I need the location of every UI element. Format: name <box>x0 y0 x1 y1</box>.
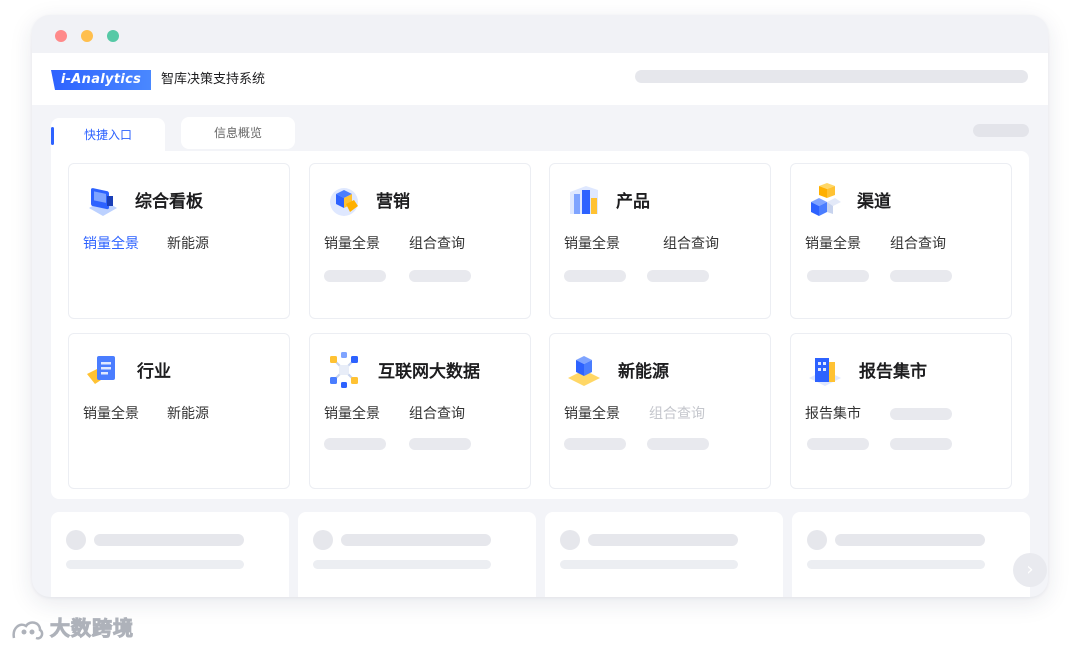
product-building-icon <box>570 186 598 214</box>
card-product[interactable]: 产品 销量全景 组合查询 <box>549 163 771 319</box>
skeleton-link <box>890 408 952 420</box>
card-title: 产品 <box>616 192 650 212</box>
link-combined-query[interactable]: 组合查询 <box>409 404 465 424</box>
tab-info-overview[interactable]: 信息概览 <box>181 117 295 149</box>
card-channel[interactable]: 渠道 销量全景 组合查询 <box>790 163 1012 319</box>
skeleton-link <box>564 438 626 450</box>
skeleton-line <box>94 534 244 546</box>
link-combined-query[interactable]: 组合查询 <box>409 234 465 254</box>
skeleton-line <box>835 534 985 546</box>
link-sales-overview[interactable]: 销量全景 <box>324 234 380 254</box>
skeleton-link <box>409 438 471 450</box>
card-title: 互联网大数据 <box>378 362 480 382</box>
skeleton-link <box>807 270 869 282</box>
skeleton-avatar <box>807 530 827 550</box>
tab-bar-placeholder <box>973 124 1029 137</box>
minimize-window-dot[interactable] <box>81 30 93 42</box>
card-title: 新能源 <box>618 362 669 382</box>
skeleton-line <box>313 560 491 569</box>
close-window-dot[interactable] <box>55 30 67 42</box>
card-dashboard[interactable]: 综合看板 销量全景 新能源 <box>68 163 290 319</box>
link-sales-overview[interactable]: 销量全景 <box>83 404 139 424</box>
link-combined-query[interactable]: 组合查询 <box>663 234 719 254</box>
card-title: 综合看板 <box>135 192 203 212</box>
card-report-market[interactable]: 报告集市 报告集市 <box>790 333 1012 489</box>
industry-document-icon <box>87 356 115 384</box>
quick-entry-panel: 综合看板 销量全景 新能源 营销 销量全景 组合查询 产品 销量全景 组合查询 … <box>51 151 1029 499</box>
skeleton-card <box>51 512 289 597</box>
next-arrow-button[interactable]: › <box>1013 553 1047 587</box>
skeleton-line <box>66 560 244 569</box>
link-report-market[interactable]: 报告集市 <box>805 404 861 424</box>
card-new-energy[interactable]: 新能源 销量全景 组合查询 <box>549 333 771 489</box>
skeleton-avatar <box>313 530 333 550</box>
skeleton-link <box>890 438 952 450</box>
skeleton-link <box>409 270 471 282</box>
card-title: 渠道 <box>857 192 891 212</box>
skeleton-link <box>890 270 952 282</box>
card-title: 行业 <box>137 362 171 382</box>
link-sales-overview[interactable]: 销量全景 <box>324 404 380 424</box>
tab-quick-entry[interactable]: 快捷入口 <box>51 118 165 152</box>
chevron-right-icon: › <box>1026 559 1034 580</box>
skeleton-card <box>545 512 783 597</box>
marketing-cubes-icon <box>330 188 358 216</box>
app-logo: i-Analytics <box>51 70 151 90</box>
window-titlebar <box>32 15 1048 53</box>
skeleton-link <box>564 270 626 282</box>
skeleton-link <box>324 270 386 282</box>
maximize-window-dot[interactable] <box>107 30 119 42</box>
skeleton-card <box>792 512 1030 597</box>
watermark: 大数跨境 <box>10 612 134 642</box>
watermark-text: 大数跨境 <box>50 616 134 641</box>
channel-cubes-icon <box>811 183 841 216</box>
link-sales-overview[interactable]: 销量全景 <box>83 234 139 254</box>
skeleton-card <box>298 512 536 597</box>
card-internet-big-data[interactable]: 互联网大数据 销量全景 组合查询 <box>309 333 531 489</box>
skeleton-line <box>588 534 738 546</box>
skeleton-link <box>324 438 386 450</box>
new-energy-cube-icon <box>568 356 600 386</box>
link-sales-overview[interactable]: 销量全景 <box>805 234 861 254</box>
link-combined-query[interactable]: 组合查询 <box>890 234 946 254</box>
link-new-energy[interactable]: 新能源 <box>167 404 209 424</box>
internet-network-icon <box>330 352 358 388</box>
skeleton-avatar <box>560 530 580 550</box>
link-sales-overview[interactable]: 销量全景 <box>564 404 620 424</box>
card-marketing[interactable]: 营销 销量全景 组合查询 <box>309 163 531 319</box>
link-combined-query[interactable]: 组合查询 <box>649 404 705 424</box>
link-new-energy[interactable]: 新能源 <box>167 234 209 254</box>
app-window: i-Analytics 智库决策支持系统 快捷入口 信息概览 综合看板 销量全景… <box>32 15 1048 597</box>
skeleton-line <box>341 534 491 546</box>
card-title: 报告集市 <box>859 362 927 382</box>
app-header: i-Analytics 智库决策支持系统 <box>32 53 1048 105</box>
card-industry[interactable]: 行业 销量全景 新能源 <box>68 333 290 489</box>
dashboard-monitor-icon <box>89 188 117 216</box>
card-title: 营销 <box>376 192 410 212</box>
skeleton-avatar <box>66 530 86 550</box>
report-building-icon <box>809 358 841 386</box>
watermark-logo-icon <box>12 620 44 640</box>
search-placeholder-bar[interactable] <box>635 70 1028 83</box>
skeleton-line <box>807 560 985 569</box>
link-sales-overview[interactable]: 销量全景 <box>564 234 620 254</box>
app-title: 智库决策支持系统 <box>161 72 266 87</box>
skeleton-line <box>560 560 738 569</box>
skeleton-link <box>647 438 709 450</box>
skeleton-link <box>807 438 869 450</box>
skeleton-link <box>647 270 709 282</box>
